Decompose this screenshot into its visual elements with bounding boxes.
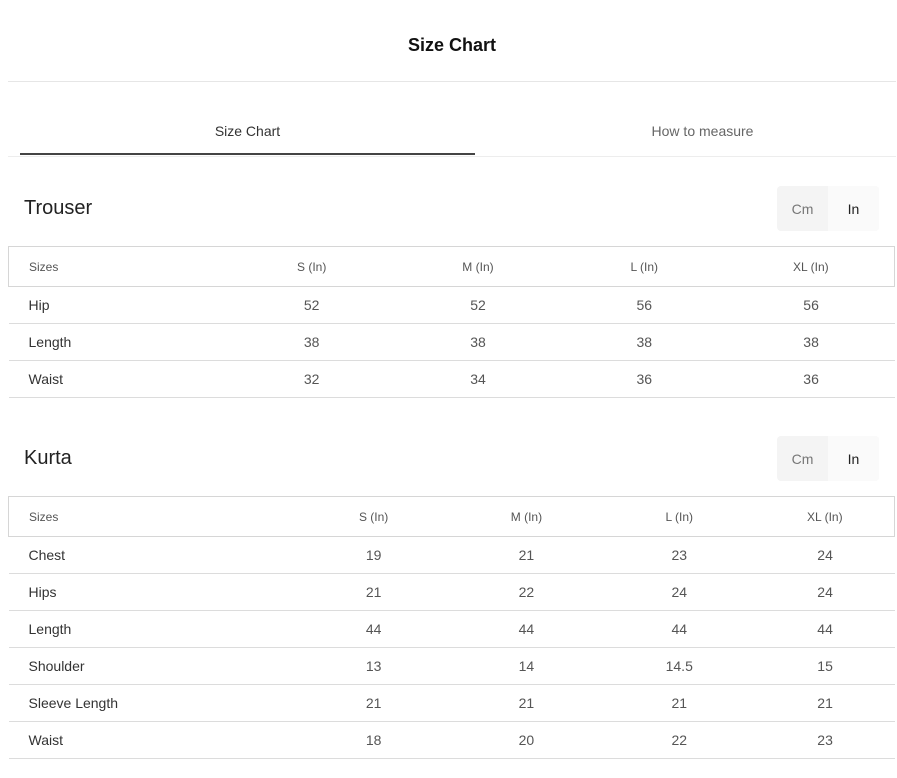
table-cell: 24 xyxy=(755,536,895,574)
table-cell: 18 xyxy=(297,721,451,759)
page-title: Size Chart xyxy=(407,35,497,55)
table-cell: 23 xyxy=(602,536,756,574)
column-header: S (In) xyxy=(297,496,451,537)
table-row: Sleeve Length 21 21 21 21 xyxy=(8,684,895,722)
cm-unit-button[interactable]: Cm xyxy=(777,186,828,231)
table-cell: 38 xyxy=(228,323,396,361)
column-header: M (In) xyxy=(450,496,603,537)
tab-how-to-measure[interactable]: How to measure xyxy=(475,123,897,139)
table-cell: 24 xyxy=(755,573,895,611)
active-tab-indicator xyxy=(20,153,475,155)
table-header-row: Sizes S (In) M (In) L (In) XL (In) xyxy=(8,246,895,287)
table-cell: 15 xyxy=(755,647,895,685)
table-cell: 56 xyxy=(727,286,895,324)
table-cell: 34 xyxy=(395,360,561,398)
table-cell: 21 xyxy=(602,684,756,722)
table-cell: 44 xyxy=(297,610,451,648)
kurta-unit-toggle: Cm In xyxy=(777,436,879,481)
table-cell: 21 xyxy=(450,536,603,574)
in-unit-button[interactable]: In xyxy=(828,436,879,481)
cm-unit-button[interactable]: Cm xyxy=(777,436,828,481)
row-label: Hip xyxy=(8,286,229,324)
row-label: Hips xyxy=(8,573,298,611)
column-header: XL (In) xyxy=(755,496,895,537)
table-cell: 36 xyxy=(560,360,728,398)
table-cell: 38 xyxy=(727,323,895,361)
row-label: Length xyxy=(8,323,229,361)
column-header: Sizes xyxy=(8,496,298,537)
table-cell: 21 xyxy=(297,684,451,722)
table-row: Waist 18 20 22 23 xyxy=(8,721,895,759)
table-row: Hip 52 52 56 56 xyxy=(8,286,895,324)
kurta-section-title: Kurta xyxy=(24,447,72,469)
row-label: Length xyxy=(8,610,298,648)
in-unit-button[interactable]: In xyxy=(828,186,879,231)
trouser-section-title: Trouser xyxy=(24,197,93,219)
table-cell: 21 xyxy=(755,684,895,722)
table-cell: 22 xyxy=(602,721,756,759)
table-cell: 38 xyxy=(395,323,561,361)
table-cell: 24 xyxy=(602,573,756,611)
table-cell: 52 xyxy=(228,286,396,324)
table-cell: 22 xyxy=(450,573,603,611)
row-label: Chest xyxy=(8,536,298,574)
table-row: Shoulder 13 14 14.5 15 xyxy=(8,647,895,685)
table-header-row: Sizes S (In) M (In) L (In) XL (In) xyxy=(8,496,895,537)
row-label: Waist xyxy=(8,721,298,759)
table-cell: 21 xyxy=(450,684,603,722)
table-cell: 13 xyxy=(297,647,451,685)
table-row: Length 44 44 44 44 xyxy=(8,610,895,648)
table-cell: 38 xyxy=(560,323,728,361)
trouser-size-table: Sizes S (In) M (In) L (In) XL (In) Hip 5… xyxy=(8,246,895,398)
column-header: L (In) xyxy=(602,496,756,537)
table-cell: 23 xyxy=(755,721,895,759)
tab-size-chart[interactable]: Size Chart xyxy=(20,123,475,139)
row-label: Waist xyxy=(8,360,229,398)
table-row: Length 38 38 38 38 xyxy=(8,323,895,361)
table-cell: 44 xyxy=(602,610,756,648)
column-header: M (In) xyxy=(395,246,561,287)
table-row: Waist 32 34 36 36 xyxy=(8,360,895,398)
table-cell: 56 xyxy=(560,286,728,324)
table-cell: 44 xyxy=(755,610,895,648)
table-cell: 14 xyxy=(450,647,603,685)
table-cell: 44 xyxy=(450,610,603,648)
table-cell: 14.5 xyxy=(602,647,756,685)
table-cell: 36 xyxy=(727,360,895,398)
table-row: Chest 19 21 23 24 xyxy=(8,536,895,574)
column-header: Sizes xyxy=(8,246,229,287)
table-cell: 52 xyxy=(395,286,561,324)
table-cell: 19 xyxy=(297,536,451,574)
table-cell: 32 xyxy=(228,360,396,398)
tab-bar: Size Chart How to measure xyxy=(8,82,896,157)
row-label: Shoulder xyxy=(8,647,298,685)
table-cell: 20 xyxy=(450,721,603,759)
column-header: S (In) xyxy=(228,246,396,287)
kurta-size-table: Sizes S (In) M (In) L (In) XL (In) Chest… xyxy=(8,496,895,759)
table-cell: 21 xyxy=(297,573,451,611)
table-row: Hips 21 22 24 24 xyxy=(8,573,895,611)
modal-header: Size Chart xyxy=(8,0,896,82)
column-header: L (In) xyxy=(560,246,728,287)
trouser-unit-toggle: Cm In xyxy=(777,186,879,231)
column-header: XL (In) xyxy=(727,246,895,287)
row-label: Sleeve Length xyxy=(8,684,298,722)
